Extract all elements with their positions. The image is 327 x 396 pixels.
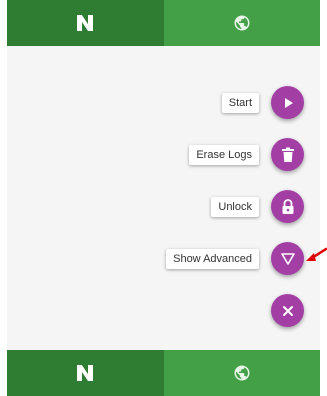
show-advanced-label[interactable]: Show Advanced	[166, 248, 259, 269]
tab-globe[interactable]	[163, 0, 320, 46]
app-logo-icon	[77, 365, 94, 381]
play-icon	[284, 97, 293, 108]
start-label[interactable]: Start	[221, 92, 259, 113]
globe-icon	[234, 15, 250, 31]
fab-row-close	[271, 294, 304, 327]
triangle-down-icon	[280, 252, 295, 265]
trash-icon	[281, 147, 294, 162]
annotation-arrow-icon	[306, 247, 327, 261]
top-tab-bar	[7, 0, 320, 46]
app-frame: Start Erase Logs Unlock Show Advanced	[7, 0, 320, 396]
fab-row-erase-logs: Erase Logs	[189, 138, 304, 171]
bottom-tab-bar	[7, 350, 320, 396]
fab-row-show-advanced: Show Advanced	[166, 242, 304, 275]
start-button[interactable]	[271, 86, 304, 119]
close-icon	[282, 305, 293, 316]
bottom-tab-logo[interactable]	[7, 350, 164, 396]
fab-row-unlock: Unlock	[211, 190, 304, 223]
app-logo-icon	[77, 15, 94, 31]
bottom-tab-globe[interactable]	[163, 350, 320, 396]
globe-icon	[234, 365, 250, 381]
erase-logs-label[interactable]: Erase Logs	[189, 144, 259, 165]
lock-icon	[282, 198, 293, 214]
close-menu-button[interactable]	[271, 294, 304, 327]
fab-row-start: Start	[221, 86, 304, 119]
unlock-button[interactable]	[271, 190, 304, 223]
tab-logo[interactable]	[7, 0, 164, 46]
erase-logs-button[interactable]	[271, 138, 304, 171]
unlock-label[interactable]: Unlock	[211, 196, 259, 217]
show-advanced-button[interactable]	[271, 242, 304, 275]
